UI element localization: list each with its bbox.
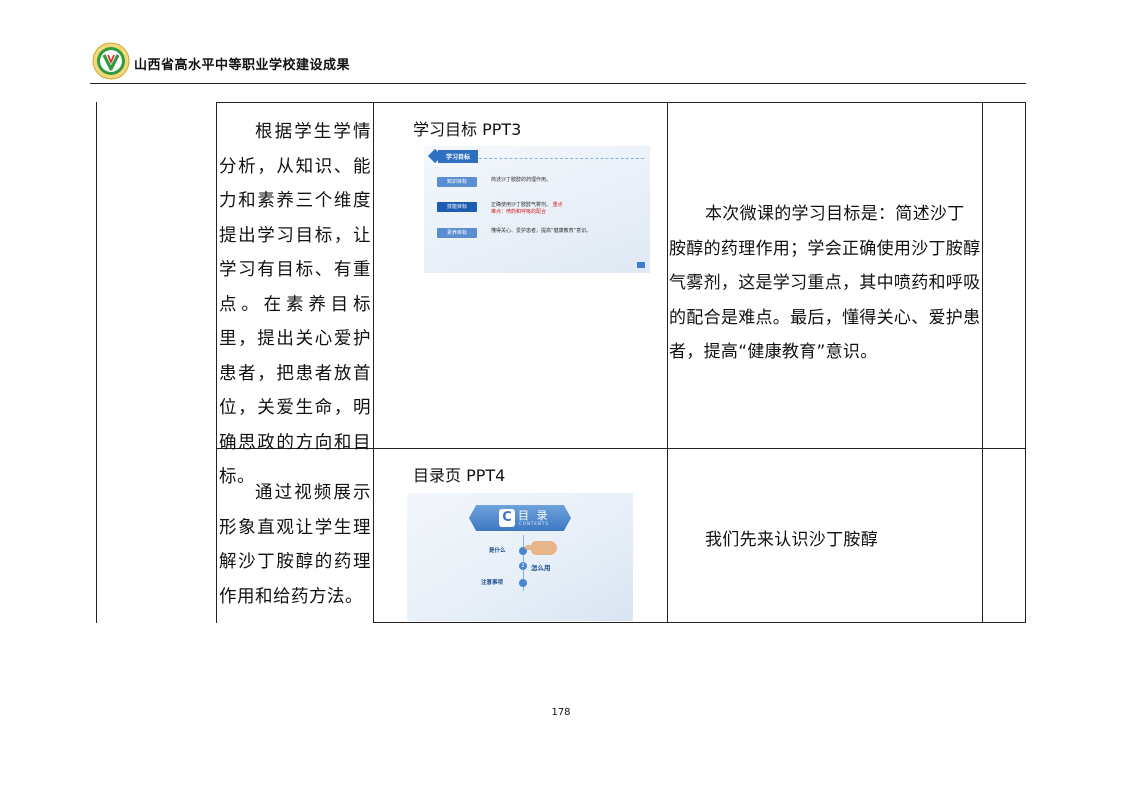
- page-header: 山西省高水平中等职业学校建设成果: [90, 42, 1026, 84]
- slide2-item-dot: 2: [519, 562, 527, 570]
- slide2-item-label: 注意事项: [481, 580, 504, 586]
- slide-corner-icon: [637, 262, 645, 268]
- slide1-item: 素养目标 懂得关心、爱护患者，提高“健康教育”意识。: [437, 228, 591, 238]
- slide1-item: 技能目标 正确使用沙丁胺醇气雾剂。 重点 难点：喷药和呼吸的配合: [437, 202, 563, 216]
- slide1-divider: [479, 158, 644, 159]
- slide1-desc-text: 正确使用沙丁胺醇气雾剂。: [491, 202, 552, 208]
- document-page: 山西省高水平中等职业学校建设成果 根据学生学情分析，从知识、能力和素养三个维度提…: [0, 0, 1122, 793]
- slide2-subtitle: CONTENTS: [519, 521, 549, 526]
- slide2-item-label: 是什么: [489, 548, 506, 554]
- school-logo: [92, 42, 130, 80]
- slide1-desc-text: 简述沙丁胺醇的药理作用。: [491, 177, 552, 183]
- table-line: [373, 622, 1026, 623]
- ppt4-slide-image: C 目 录 CONTENTS 是什么 2 怎么用 注意事项: [407, 493, 633, 621]
- table-line: [96, 102, 97, 623]
- slide1-header-label: 学习目标: [438, 149, 479, 163]
- header-rule: [90, 83, 1026, 84]
- slide1-desc: 简述沙丁胺醇的药理作用。: [491, 177, 551, 184]
- table-line: [1025, 102, 1026, 623]
- slide1-note: 难点：喷药和呼吸的配合: [491, 209, 547, 215]
- slide1-badge: 技能目标: [437, 202, 477, 212]
- table-line: [373, 102, 374, 623]
- row1-ppt-label: 学习目标 PPT3: [413, 120, 522, 139]
- table-line: [216, 102, 1026, 103]
- slide2-item-label: 怎么用: [531, 564, 551, 572]
- slide1-emphasis: 重点: [552, 202, 563, 208]
- hand-icon: [531, 541, 557, 555]
- row2-ppt-label: 目录页 PPT4: [413, 466, 506, 485]
- slide1-desc: 正确使用沙丁胺醇气雾剂。 重点 难点：喷药和呼吸的配合: [491, 202, 563, 216]
- table-line: [667, 102, 668, 623]
- contents-c-icon: C: [499, 509, 515, 527]
- table-line: [216, 102, 217, 623]
- slide1-item: 知识目标 简述沙丁胺醇的药理作用。: [437, 177, 551, 187]
- slide1-badge: 知识目标: [437, 177, 477, 187]
- row2-left-text: 通过视频展示形象直观让学生理解沙丁胺醇的药理作用和给药方法。: [219, 483, 371, 607]
- row1-left-text: 根据学生学情分析，从知识、能力和素养三个维度提出学习目标，让学习有目标、有重点。…: [219, 122, 371, 487]
- table-line: [982, 102, 983, 623]
- row2-right-text: 我们先来认识沙丁胺醇: [705, 530, 878, 550]
- slide1-header: 学习目标: [427, 148, 479, 164]
- row1-right-text: 本次微课的学习目标是：简述沙丁胺醇的药理作用；学会正确使用沙丁胺醇气雾剂，这是学…: [669, 204, 981, 362]
- header-title: 山西省高水平中等职业学校建设成果: [134, 58, 351, 73]
- slide1-desc: 懂得关心、爱护患者，提高“健康教育”意识。: [491, 228, 591, 235]
- slide1-desc-text: 懂得关心、爱护患者，提高“健康教育”意识。: [491, 228, 592, 234]
- page-number: 178: [551, 707, 571, 718]
- slide1-badge: 素养目标: [437, 228, 477, 238]
- slide2-item-dot: [519, 579, 527, 587]
- ppt3-slide-image: 学习目标 知识目标 简述沙丁胺醇的药理作用。 技能目标 正确使用沙丁胺醇气雾剂。…: [424, 146, 650, 273]
